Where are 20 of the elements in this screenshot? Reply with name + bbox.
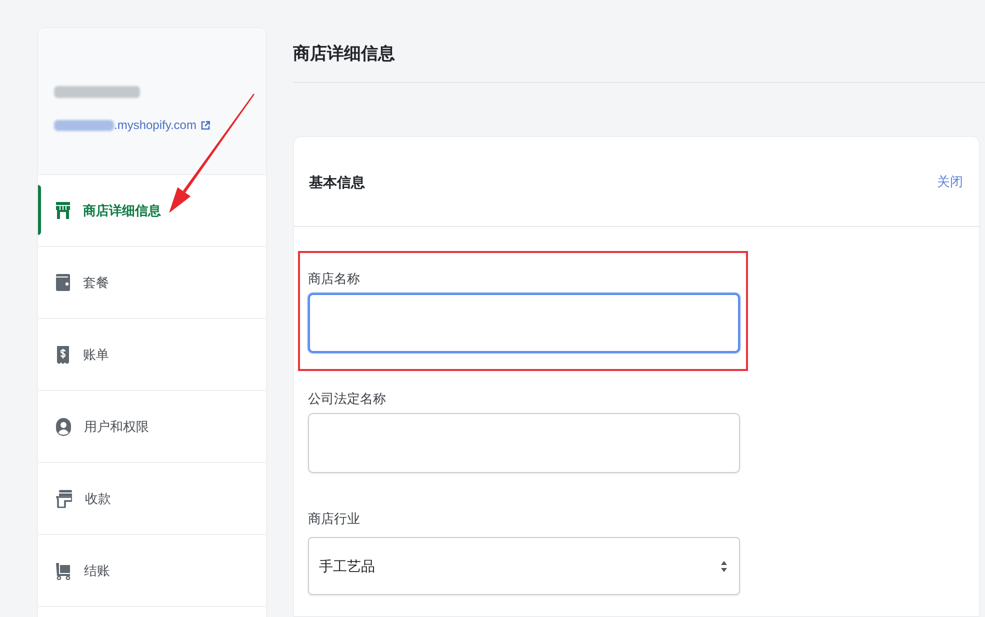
field-label: 商店行业 bbox=[308, 510, 360, 528]
card-payment-icon bbox=[56, 490, 72, 508]
card-title: 基本信息 bbox=[309, 172, 365, 192]
close-link[interactable]: 关闭 bbox=[937, 172, 963, 192]
shopping-cart-icon bbox=[56, 562, 71, 580]
blurred-url-prefix bbox=[54, 120, 114, 130]
storefront-icon bbox=[56, 202, 70, 219]
receipt-dollar-icon bbox=[56, 346, 70, 364]
text-input-field[interactable] bbox=[308, 413, 740, 474]
user-icon bbox=[56, 418, 71, 436]
field-label: 公司法定名称 bbox=[308, 390, 386, 408]
store-url-link[interactable]: .myshopify.com bbox=[114, 117, 196, 133]
field-label: 商店名称 bbox=[308, 270, 360, 288]
selection-bar-icon bbox=[38, 185, 41, 235]
external-link-icon bbox=[201, 120, 210, 130]
wallet-icon bbox=[56, 274, 70, 291]
sort-caret-icon bbox=[721, 560, 727, 572]
industry-select[interactable]: 手工艺品 bbox=[308, 537, 740, 596]
page-title: 商店详细信息 bbox=[293, 43, 395, 65]
text-input-field[interactable] bbox=[308, 293, 740, 354]
